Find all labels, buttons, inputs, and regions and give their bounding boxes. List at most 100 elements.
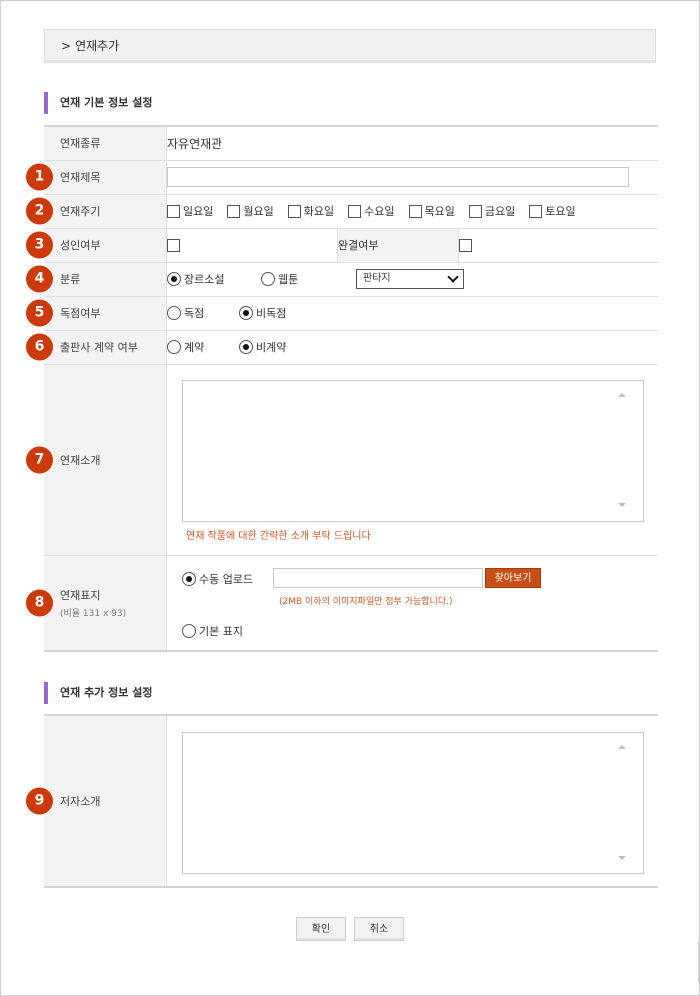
complete-label-cell: 완결여부 xyxy=(337,228,459,263)
complete-checkbox[interactable] xyxy=(459,238,472,252)
row-sublabel: (비율 131 x 93) xyxy=(60,608,127,619)
checkbox[interactable] xyxy=(227,204,241,218)
radio-button[interactable] xyxy=(239,340,253,354)
row-title: 1 연재제목 xyxy=(26,160,658,195)
label-cell: 6 출판사 계약 여부 xyxy=(26,330,167,365)
checkbox[interactable] xyxy=(287,204,301,218)
radio-button[interactable] xyxy=(167,340,181,354)
radio-button[interactable] xyxy=(261,272,275,286)
breadcrumb-label: 연재추가 xyxy=(75,39,120,53)
checkbox[interactable] xyxy=(408,204,422,218)
value-cell xyxy=(458,228,658,263)
row-label: 성인여부 xyxy=(60,239,101,252)
row-label: 연재표지 xyxy=(60,588,101,602)
checkbox-label: 월요일 xyxy=(243,205,274,218)
complete-label: 완결여부 xyxy=(338,239,379,252)
day-checkbox-wed[interactable]: 수요일 xyxy=(348,203,395,219)
radio-button[interactable] xyxy=(182,571,196,586)
row-label: 연재소개 xyxy=(60,453,101,467)
radio-label: 비계약 xyxy=(256,341,287,354)
file-path-input[interactable] xyxy=(273,567,483,588)
day-checkbox-sat[interactable]: 토요일 xyxy=(529,203,576,219)
row-label-wrap: 연재표지 (비율 131 x 93) xyxy=(60,587,126,619)
radio-nonexclusive[interactable]: 비독점 xyxy=(239,305,286,321)
value-cell: 수동 업로드 찾아보기 (2MB 이하의 이미지파일만 첨부 가능합니다.) 기… xyxy=(167,555,659,651)
row-label: 연재주기 xyxy=(60,205,101,218)
radio-webtoon[interactable]: 웹툰 xyxy=(261,271,356,287)
checkbox[interactable] xyxy=(529,204,543,218)
value-cell: 일요일 월요일 화요일 수요일 목요일 금요일 토요일 xyxy=(166,194,658,229)
radio-contract[interactable]: 계약 xyxy=(167,339,239,355)
checkbox-label: 목요일 xyxy=(424,205,455,218)
radio-button[interactable] xyxy=(167,306,181,320)
label-cell: 9 저자소개 xyxy=(26,715,167,887)
extra-info-table: 9 저자소개 xyxy=(26,714,658,888)
checkbox[interactable] xyxy=(167,204,180,218)
value-cell: 연재 작품에 대한 간략한 소개 부탁 드립니다 xyxy=(166,364,658,556)
confirm-button[interactable]: 확인 xyxy=(296,917,346,941)
row-exclusive: 5 독점여부 독점 비독점 xyxy=(26,296,658,331)
value-cell: 장르소설 웹툰 판타지 xyxy=(166,262,658,297)
breadcrumb: > 연재추가 xyxy=(44,29,656,63)
row-author: 9 저자소개 xyxy=(26,715,658,887)
checkbox-label: 토요일 xyxy=(545,205,576,218)
row-label: 분류 xyxy=(60,273,81,286)
section-accent-bar xyxy=(44,92,48,114)
value-cell: 계약 비계약 xyxy=(166,330,658,365)
row-label: 연재제목 xyxy=(60,171,101,184)
radio-label: 계약 xyxy=(184,341,205,354)
row-label: 출판사 계약 여부 xyxy=(60,341,138,354)
day-checkbox-fri[interactable]: 금요일 xyxy=(468,203,516,219)
day-checkbox-thu[interactable]: 목요일 xyxy=(408,203,455,219)
radio-default-cover[interactable]: 기본 표지 xyxy=(182,623,243,639)
scroll-up-icon[interactable] xyxy=(618,392,626,397)
intro-textarea[interactable] xyxy=(182,379,644,522)
radio-button[interactable] xyxy=(167,272,181,286)
label-cell: 3 성인여부 xyxy=(26,228,167,263)
checkbox-label: 금요일 xyxy=(484,205,516,218)
radio-genre-novel[interactable]: 장르소설 xyxy=(167,271,261,287)
value-cell: 독점 비독점 xyxy=(166,296,658,331)
checkbox[interactable] xyxy=(468,204,482,218)
browse-button[interactable]: 찾아보기 xyxy=(485,567,541,588)
section-title-text: 연재 기본 정보 설정 xyxy=(60,96,153,109)
section-title-basic: 연재 기본 정보 설정 xyxy=(44,92,152,114)
intro-hint: 연재 작품에 대한 간략한 소개 부탁 드립니다 xyxy=(186,530,371,542)
section-title-text: 연재 추가 정보 설정 xyxy=(60,686,153,699)
label-cell: 1 연재제목 xyxy=(26,160,167,195)
row-label: 독점여부 xyxy=(60,307,101,320)
genre-select[interactable]: 판타지 xyxy=(356,269,464,289)
cancel-button[interactable]: 취소 xyxy=(354,917,404,941)
author-textarea[interactable] xyxy=(182,732,644,874)
radio-exclusive[interactable]: 독점 xyxy=(167,305,239,321)
checkbox-label: 화요일 xyxy=(303,205,335,218)
checkbox[interactable] xyxy=(348,204,362,218)
radio-button[interactable] xyxy=(182,623,196,638)
scroll-down-icon[interactable] xyxy=(618,502,626,507)
checkbox-label: 수요일 xyxy=(364,205,395,218)
row-cover: 8 연재표지 (비율 131 x 93) 수동 업로드 찾아보기 (2MB 이하의 … xyxy=(26,555,659,651)
radio-no-contract[interactable]: 비계약 xyxy=(239,339,286,355)
radio-label: 웹툰 xyxy=(278,273,299,286)
scroll-down-icon[interactable] xyxy=(618,856,626,860)
day-checkbox-tue[interactable]: 화요일 xyxy=(287,203,335,219)
radio-label: 기본 표지 xyxy=(199,624,243,638)
label-cell: 5 독점여부 xyxy=(26,296,167,331)
row-type: 연재종류 자유연재관 xyxy=(44,126,658,161)
title-input[interactable] xyxy=(167,167,629,187)
radio-manual-upload[interactable]: 수동 업로드 xyxy=(182,571,253,587)
upload-hint: (2MB 이하의 이미지파일만 첨부 가능합니다.) xyxy=(279,596,453,607)
day-checkbox-sun[interactable]: 일요일 xyxy=(167,203,213,219)
adult-checkbox[interactable] xyxy=(167,238,180,252)
scroll-up-icon[interactable] xyxy=(618,745,626,749)
row-intro: 7 연재소개 연재 작품에 대한 간략한 소개 부탁 드립니다 xyxy=(26,364,658,556)
number-badge: 2 xyxy=(26,197,53,225)
radio-button[interactable] xyxy=(239,306,253,320)
value-cell xyxy=(166,228,338,263)
number-badge: 4 xyxy=(26,265,53,293)
day-checkbox-mon[interactable]: 월요일 xyxy=(227,203,274,219)
label-cell: 8 연재표지 (비율 131 x 93) xyxy=(26,555,167,651)
value-cell: 자유연재관 xyxy=(166,126,658,161)
number-badge: 9 xyxy=(26,787,53,815)
row-publisher: 6 출판사 계약 여부 계약 비계약 xyxy=(26,330,658,365)
